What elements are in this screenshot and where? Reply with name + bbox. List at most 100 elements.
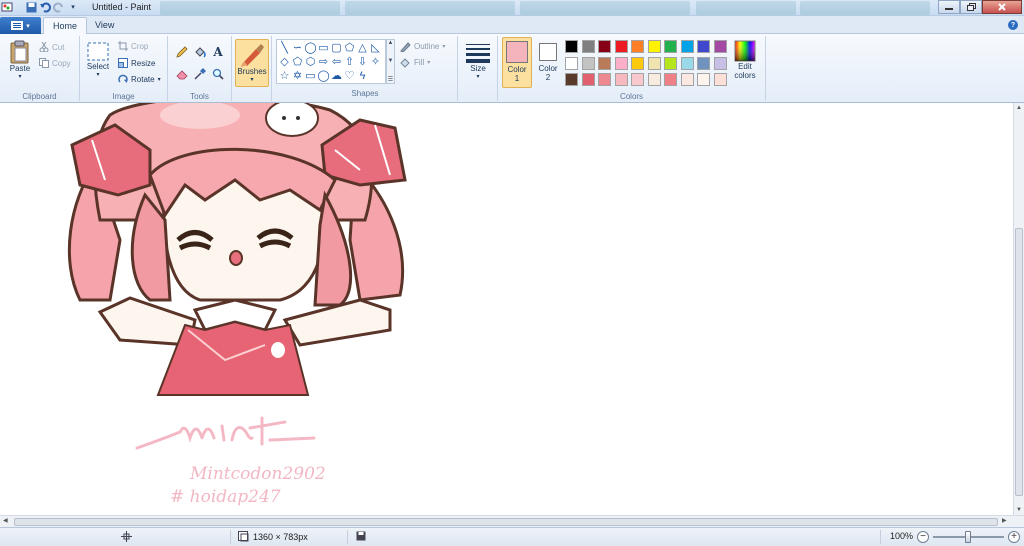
oval-callout-shape-icon[interactable]: ◯	[317, 69, 330, 83]
palette-swatch[interactable]	[697, 73, 710, 86]
palette-swatch[interactable]	[598, 40, 611, 53]
drawing-canvas[interactable]: mint Mintcodon2902 # hoidap247	[0, 103, 1013, 515]
five-point-star-shape-icon[interactable]: ☆	[278, 69, 291, 83]
magnifier-tool[interactable]	[210, 66, 226, 81]
copy-button[interactable]: Copy	[39, 58, 71, 68]
palette-swatch[interactable]	[713, 56, 727, 70]
palette-swatch[interactable]	[697, 40, 710, 53]
left-arrow-shape-icon[interactable]: ⇦	[330, 55, 343, 69]
four-point-star-shape-icon[interactable]: ✧	[369, 55, 382, 69]
fill-tool[interactable]	[192, 44, 208, 59]
palette-swatch[interactable]	[647, 56, 661, 70]
horizontal-scroll-thumb[interactable]	[14, 518, 998, 526]
text-tool[interactable]: A	[210, 44, 226, 59]
scroll-up-arrow-icon[interactable]: ▲	[1016, 105, 1022, 111]
palette-swatch[interactable]	[664, 56, 677, 70]
palette-swatch[interactable]	[680, 40, 694, 53]
crop-button[interactable]: Crop	[118, 41, 148, 51]
rounded-rectangle-shape-icon[interactable]: ▢	[330, 41, 343, 55]
scroll-right-arrow-icon[interactable]: ▶	[1002, 517, 1007, 524]
scroll-up-icon[interactable]: ▲	[388, 40, 394, 46]
palette-swatch[interactable]	[631, 40, 644, 53]
palette-swatch[interactable]	[631, 56, 644, 70]
pencil-tool[interactable]	[174, 44, 190, 59]
six-point-star-shape-icon[interactable]: ✡	[291, 69, 304, 83]
zoom-slider-thumb[interactable]	[965, 531, 971, 543]
size-button[interactable]: Size ▾	[463, 42, 493, 80]
palette-swatch[interactable]	[581, 40, 595, 53]
zoom-out-button[interactable]: −	[917, 531, 929, 543]
oval-shape-icon[interactable]: ◯	[304, 41, 317, 55]
vertical-scrollbar[interactable]: ▲ ▼	[1013, 103, 1024, 515]
select-button[interactable]: Select ▾	[85, 42, 111, 78]
edit-colors-button[interactable]: Edit colors	[730, 40, 760, 80]
vertical-scroll-thumb[interactable]	[1015, 228, 1023, 496]
eraser-tool[interactable]	[174, 66, 190, 81]
up-arrow-shape-icon[interactable]: ⇧	[343, 55, 356, 69]
palette-swatch[interactable]	[614, 73, 628, 86]
palette-swatch[interactable]	[565, 56, 578, 70]
palette-swatch[interactable]	[614, 56, 628, 70]
undo-icon[interactable]	[39, 1, 51, 13]
diamond-shape-icon[interactable]: ◇	[278, 55, 291, 69]
scroll-down-icon[interactable]: ▼	[388, 58, 394, 64]
expand-gallery-icon[interactable]: ☰	[388, 76, 393, 83]
palette-swatch[interactable]	[581, 56, 595, 70]
palette-swatch[interactable]	[680, 56, 694, 70]
color1-button[interactable]: Color 1	[502, 37, 532, 88]
palette-swatch[interactable]	[713, 73, 727, 86]
minimize-button[interactable]	[938, 0, 960, 14]
palette-swatch[interactable]	[631, 73, 644, 86]
polygon-shape-icon[interactable]: ⬠	[343, 41, 356, 55]
cut-button[interactable]: Cut	[39, 42, 64, 52]
right-triangle-shape-icon[interactable]: ◺	[369, 41, 382, 55]
palette-swatch[interactable]	[581, 73, 595, 86]
palette-swatch[interactable]	[647, 73, 661, 86]
scroll-down-arrow-icon[interactable]: ▼	[1016, 507, 1022, 513]
triangle-shape-icon[interactable]: △	[356, 41, 369, 55]
brushes-button[interactable]: Brushes ▾	[235, 39, 269, 87]
pentagon-shape-icon[interactable]: ⬠	[291, 55, 304, 69]
paste-button[interactable]: Paste ▾	[6, 40, 34, 80]
file-menu-button[interactable]: ▾	[0, 17, 41, 34]
paint-app-icon[interactable]	[1, 1, 13, 13]
palette-swatch[interactable]	[664, 40, 677, 53]
canvas-area[interactable]: mint Mintcodon2902 # hoidap247	[0, 103, 1013, 515]
down-arrow-shape-icon[interactable]: ⇩	[356, 55, 369, 69]
zoom-in-button[interactable]: +	[1008, 531, 1020, 543]
palette-swatch[interactable]	[565, 40, 578, 53]
fill-button[interactable]: Fill ▾	[400, 57, 430, 68]
rect-callout-shape-icon[interactable]: ▭	[304, 69, 317, 83]
hexagon-shape-icon[interactable]: ⬡	[304, 55, 317, 69]
palette-swatch[interactable]	[565, 73, 578, 86]
shapes-gallery-scroll[interactable]: ▲ ▼ ☰	[386, 39, 395, 84]
color-picker-tool[interactable]	[192, 66, 208, 81]
palette-swatch[interactable]	[680, 73, 694, 86]
palette-swatch[interactable]	[647, 40, 661, 53]
rotate-button[interactable]: Rotate ▾	[118, 74, 161, 84]
rectangle-shape-icon[interactable]: ▭	[317, 41, 330, 55]
help-icon[interactable]: ?	[1008, 20, 1018, 30]
customize-toolbar-icon[interactable]: ▾	[67, 1, 79, 13]
save-icon[interactable]	[25, 1, 37, 13]
palette-swatch[interactable]	[614, 40, 628, 53]
palette-swatch[interactable]	[598, 56, 611, 70]
curve-shape-icon[interactable]: ∽	[291, 41, 304, 55]
palette-swatch[interactable]	[598, 73, 611, 86]
cloud-callout-shape-icon[interactable]: ☁	[330, 69, 343, 83]
resize-button[interactable]: Resize	[118, 58, 155, 68]
tab-home[interactable]: Home	[43, 17, 88, 34]
tab-view[interactable]: View	[86, 17, 123, 34]
lightning-shape-icon[interactable]: ϟ	[356, 69, 369, 83]
palette-swatch[interactable]	[664, 73, 677, 86]
close-button[interactable]	[982, 0, 1022, 14]
redo-icon[interactable]	[53, 1, 65, 13]
right-arrow-shape-icon[interactable]: ⇨	[317, 55, 330, 69]
horizontal-scrollbar[interactable]: ◀ ▶	[0, 515, 1024, 527]
scroll-left-arrow-icon[interactable]: ◀	[3, 517, 8, 524]
heart-shape-icon[interactable]: ♡	[343, 69, 356, 83]
color2-button[interactable]: Color 2	[535, 37, 561, 88]
palette-swatch[interactable]	[713, 40, 727, 53]
shapes-gallery[interactable]: ╲ ∽ ◯ ▭ ▢ ⬠ △ ◺ ◇ ⬠ ⬡ ⇨ ⇦ ⇧ ⇩ ✧ ☆ ✡ ▭ ◯ …	[276, 39, 386, 84]
line-shape-icon[interactable]: ╲	[278, 41, 291, 55]
